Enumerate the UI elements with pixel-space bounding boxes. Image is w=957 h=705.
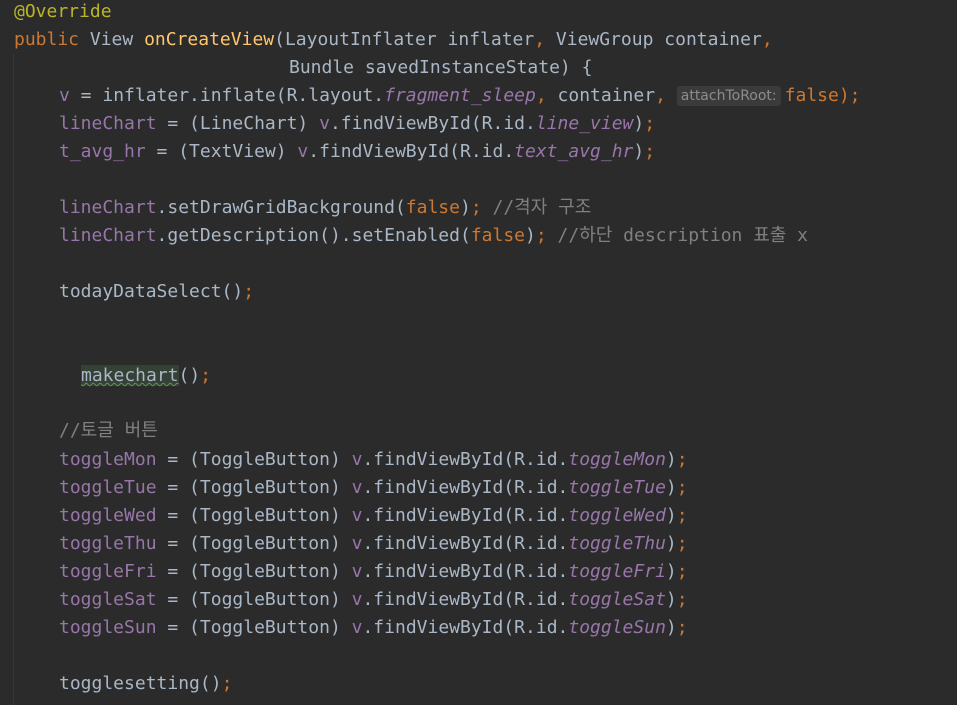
code-line-10[interactable]: makechart(); (81, 362, 211, 390)
code-line-3[interactable]: Bundle savedInstanceState) { (289, 54, 592, 82)
code-line-8[interactable]: lineChart.getDescription().setEnabled(fa… (59, 222, 808, 250)
toggle-line[interactable]: toggleTue = (ToggleButton) v.findViewByI… (59, 474, 688, 502)
highlighted-method-call[interactable]: makechart (81, 365, 179, 386)
code-line-1[interactable]: @Override (14, 0, 112, 26)
code-line-19[interactable]: togglesetting(); (59, 670, 232, 698)
toggle-line[interactable]: toggleSat = (ToggleButton) v.findViewByI… (59, 586, 688, 614)
toggle-line[interactable]: toggleThu = (ToggleButton) v.findViewByI… (59, 530, 688, 558)
code-editor[interactable]: @Override public View onCreateView(Layou… (0, 0, 957, 705)
comment: //격자 구조 (481, 197, 592, 218)
return-type: View (89, 29, 134, 50)
override-annotation: @Override (14, 1, 112, 22)
public-keyword: public (14, 29, 80, 50)
indent-guide (13, 54, 14, 705)
code-line-9[interactable]: todayDataSelect(); (59, 278, 254, 306)
comment: //토글 버튼 (59, 420, 158, 441)
toggle-line[interactable]: toggleSun = (ToggleButton) v.findViewByI… (59, 614, 688, 642)
toggle-line[interactable]: toggleMon = (ToggleButton) v.findViewByI… (59, 446, 688, 474)
method-params: (LayoutInflater inflater (274, 29, 535, 50)
method-params-2: ViewGroup container (545, 29, 762, 50)
toggle-line[interactable]: toggleFri = (ToggleButton) v.findViewByI… (59, 558, 688, 586)
method-params-3: Bundle savedInstanceState) { (289, 57, 593, 78)
code-line-5[interactable]: lineChart = (LineChart) v.findViewById(R… (59, 110, 655, 138)
toggle-line[interactable]: toggleWed = (ToggleButton) v.findViewByI… (59, 502, 688, 530)
method-name: onCreateView (144, 29, 275, 50)
parameter-hint: attachToRoot: (676, 86, 781, 106)
code-line-7[interactable]: lineChart.setDrawGridBackground(false); … (59, 194, 591, 222)
comment: //하단 description 표출 x (546, 225, 809, 246)
code-line-4[interactable]: v = inflater.inflate(R.layout.fragment_s… (59, 82, 861, 110)
code-line-11[interactable]: //토글 버튼 (59, 417, 158, 445)
code-line-6[interactable]: t_avg_hr = (TextView) v.findViewById(R.i… (59, 138, 655, 166)
code-line-2[interactable]: public View onCreateView(LayoutInflater … (14, 26, 773, 54)
